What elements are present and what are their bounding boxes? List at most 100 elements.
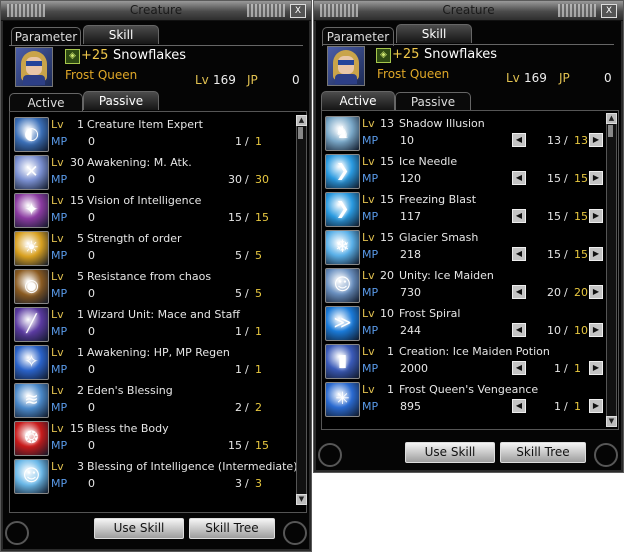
skill-icon[interactable]: ❯	[325, 192, 360, 227]
skill-row[interactable]: ✕ Lv 30 Awakening: M. Atk. MP 0 30/30	[14, 153, 290, 191]
skill-row[interactable]: ❄ Lv 15 Glacier Smash MP 218 ◀ 15/15 ▶	[325, 228, 603, 266]
skill-name: Strength of order	[87, 232, 182, 245]
close-button[interactable]: X	[601, 4, 617, 18]
increase-level-arrow-icon[interactable]: ▶	[589, 361, 603, 375]
increase-level-arrow-icon[interactable]: ▶	[589, 209, 603, 223]
increase-level-arrow-icon[interactable]: ▶	[589, 399, 603, 413]
increase-level-arrow-icon[interactable]: ▶	[589, 247, 603, 261]
skill-row[interactable]: ✧ Lv 1 Awakening: HP, MP Regen MP 0 1/1	[14, 343, 290, 381]
mp-cost: 895	[400, 400, 421, 413]
corner-ornament	[594, 443, 618, 467]
skill-icon[interactable]: ✧	[14, 345, 49, 380]
current-level: 15	[228, 439, 242, 452]
skill-icon[interactable]: ◐	[14, 117, 49, 152]
skill-tree-button[interactable]: Skill Tree	[500, 442, 586, 463]
decrease-level-arrow-icon[interactable]: ◀	[512, 285, 526, 299]
creature-name: Snowflakes	[113, 48, 187, 63]
decrease-level-arrow-icon[interactable]: ◀	[512, 133, 526, 147]
skill-tree-button[interactable]: Skill Tree	[189, 518, 275, 539]
scroll-thumb[interactable]	[298, 127, 303, 139]
mp-cost: 120	[400, 172, 421, 185]
scroll-up-arrow-icon[interactable]: ▲	[606, 113, 617, 124]
decrease-level-arrow-icon[interactable]: ◀	[512, 361, 526, 375]
max-level: 15	[574, 248, 588, 261]
skill-icon[interactable]: ☺	[14, 459, 49, 494]
scroll-down-arrow-icon[interactable]: ▼	[296, 494, 307, 505]
level-tag: Lv	[362, 269, 375, 282]
decrease-level-arrow-icon[interactable]: ◀	[512, 171, 526, 185]
tab-skill[interactable]: Skill	[83, 25, 159, 44]
skill-icon[interactable]: ≫	[325, 306, 360, 341]
mp-cost: 0	[88, 173, 95, 186]
skill-name: Bless the Body	[87, 422, 169, 435]
decrease-level-arrow-icon[interactable]: ◀	[512, 323, 526, 337]
use-skill-button[interactable]: Use Skill	[405, 442, 495, 463]
skill-row[interactable]: ♞ Lv 13 Shadow Illusion MP 10 ◀ 13/13 ▶	[325, 114, 603, 152]
increase-level-arrow-icon[interactable]: ▶	[589, 133, 603, 147]
mp-tag: MP	[51, 325, 68, 338]
scroll-up-arrow-icon[interactable]: ▲	[296, 115, 307, 126]
scroll-thumb[interactable]	[608, 125, 613, 137]
skill-icon[interactable]: ❯	[325, 154, 360, 189]
close-button[interactable]: X	[290, 4, 306, 18]
skill-row[interactable]: ✦ Lv 15 Vision of Intelligence MP 0 15/15	[14, 191, 290, 229]
tab-active[interactable]: Active	[9, 93, 83, 112]
decrease-level-arrow-icon[interactable]: ◀	[512, 209, 526, 223]
tab-divider	[9, 45, 303, 46]
skill-scrollbar[interactable]: ▲ ▼	[606, 113, 617, 427]
level-separator: /	[245, 173, 249, 186]
skill-icon[interactable]: ❄	[325, 230, 360, 265]
skill-icon[interactable]: ◉	[14, 269, 49, 304]
skill-icon[interactable]: ✕	[14, 155, 49, 190]
level-tag: Lv	[362, 193, 375, 206]
creature-class: Frost Queen	[377, 67, 450, 81]
skill-row[interactable]: ≫ Lv 10 Frost Spiral MP 244 ◀ 10/10 ▶	[325, 304, 603, 342]
increase-level-arrow-icon[interactable]: ▶	[589, 285, 603, 299]
skill-row[interactable]: ☺ Lv 3 Blessing of Intelligence (Intermedia…	[14, 457, 298, 495]
tab-passive[interactable]: Passive	[83, 91, 159, 110]
title-bar[interactable]: Creature X	[1, 1, 311, 21]
tab-parameter[interactable]: Parameter	[11, 27, 81, 46]
skill-icon[interactable]: ╱	[14, 307, 49, 342]
skill-icon[interactable]: ☺	[325, 268, 360, 303]
skill-level: 10	[380, 307, 394, 320]
skill-row[interactable]: ╱ Lv 1 Wizard Unit: Mace and Staff MP 0 1/1	[14, 305, 290, 343]
skill-row[interactable]: ▮ Lv 1 Creation: Ice Maiden Potion MP 2000 ◀ 1/…	[325, 342, 603, 380]
tab-active[interactable]: Active	[321, 91, 395, 110]
skill-name: Vision of Intelligence	[87, 194, 202, 207]
max-level: 1	[574, 400, 581, 413]
mp-cost: 0	[88, 363, 95, 376]
skill-icon[interactable]: ▮	[325, 344, 360, 379]
skill-icon[interactable]: ☀	[14, 231, 49, 266]
skill-name: Creature Item Expert	[87, 118, 203, 131]
skill-row[interactable]: ◉ Lv 5 Resistance from chaos MP 0 5/5	[14, 267, 290, 305]
skill-row[interactable]: ✳ Lv 1 Frost Queen's Vengeance MP 895 ◀ 1/1 ▶	[325, 380, 603, 418]
max-level: 1	[255, 363, 262, 376]
skill-icon[interactable]: ♞	[325, 116, 360, 151]
skill-row[interactable]: ❂ Lv 15 Bless the Body MP 0 15/15	[14, 419, 290, 457]
tab-passive[interactable]: Passive	[395, 92, 471, 111]
skill-icon[interactable]: ✦	[14, 193, 49, 228]
skill-row[interactable]: ❯ Lv 15 Ice Needle MP 120 ◀ 15/15 ▶	[325, 152, 603, 190]
title-bar[interactable]: Creature X	[314, 1, 623, 21]
use-skill-button[interactable]: Use Skill	[94, 518, 184, 539]
skill-scrollbar[interactable]: ▲ ▼	[296, 115, 307, 505]
skill-row[interactable]: ☺ Lv 20 Unity: Ice Maiden MP 730 ◀ 20/20 ▶	[325, 266, 603, 304]
scroll-down-arrow-icon[interactable]: ▼	[606, 416, 617, 427]
skill-row[interactable]: ≋ Lv 2 Eden's Blessing MP 0 2/2	[14, 381, 290, 419]
max-level: 15	[574, 172, 588, 185]
skill-icon[interactable]: ≋	[14, 383, 49, 418]
skill-icon[interactable]: ✳	[325, 382, 360, 417]
skill-row[interactable]: ◐ Lv 1 Creature Item Expert MP 0 1/1	[14, 115, 290, 153]
decrease-level-arrow-icon[interactable]: ◀	[512, 247, 526, 261]
skill-icon[interactable]: ❂	[14, 421, 49, 456]
increase-level-arrow-icon[interactable]: ▶	[589, 323, 603, 337]
mp-tag: MP	[51, 173, 68, 186]
level-separator: /	[245, 401, 249, 414]
skill-row[interactable]: ❯ Lv 15 Freezing Blast MP 117 ◀ 15/15 ▶	[325, 190, 603, 228]
enhance-level: +25	[81, 48, 109, 63]
increase-level-arrow-icon[interactable]: ▶	[589, 171, 603, 185]
skill-row[interactable]: ☀ Lv 5 Strength of order MP 0 5/5	[14, 229, 290, 267]
decrease-level-arrow-icon[interactable]: ◀	[512, 399, 526, 413]
tab-skill[interactable]: Skill	[396, 24, 472, 43]
